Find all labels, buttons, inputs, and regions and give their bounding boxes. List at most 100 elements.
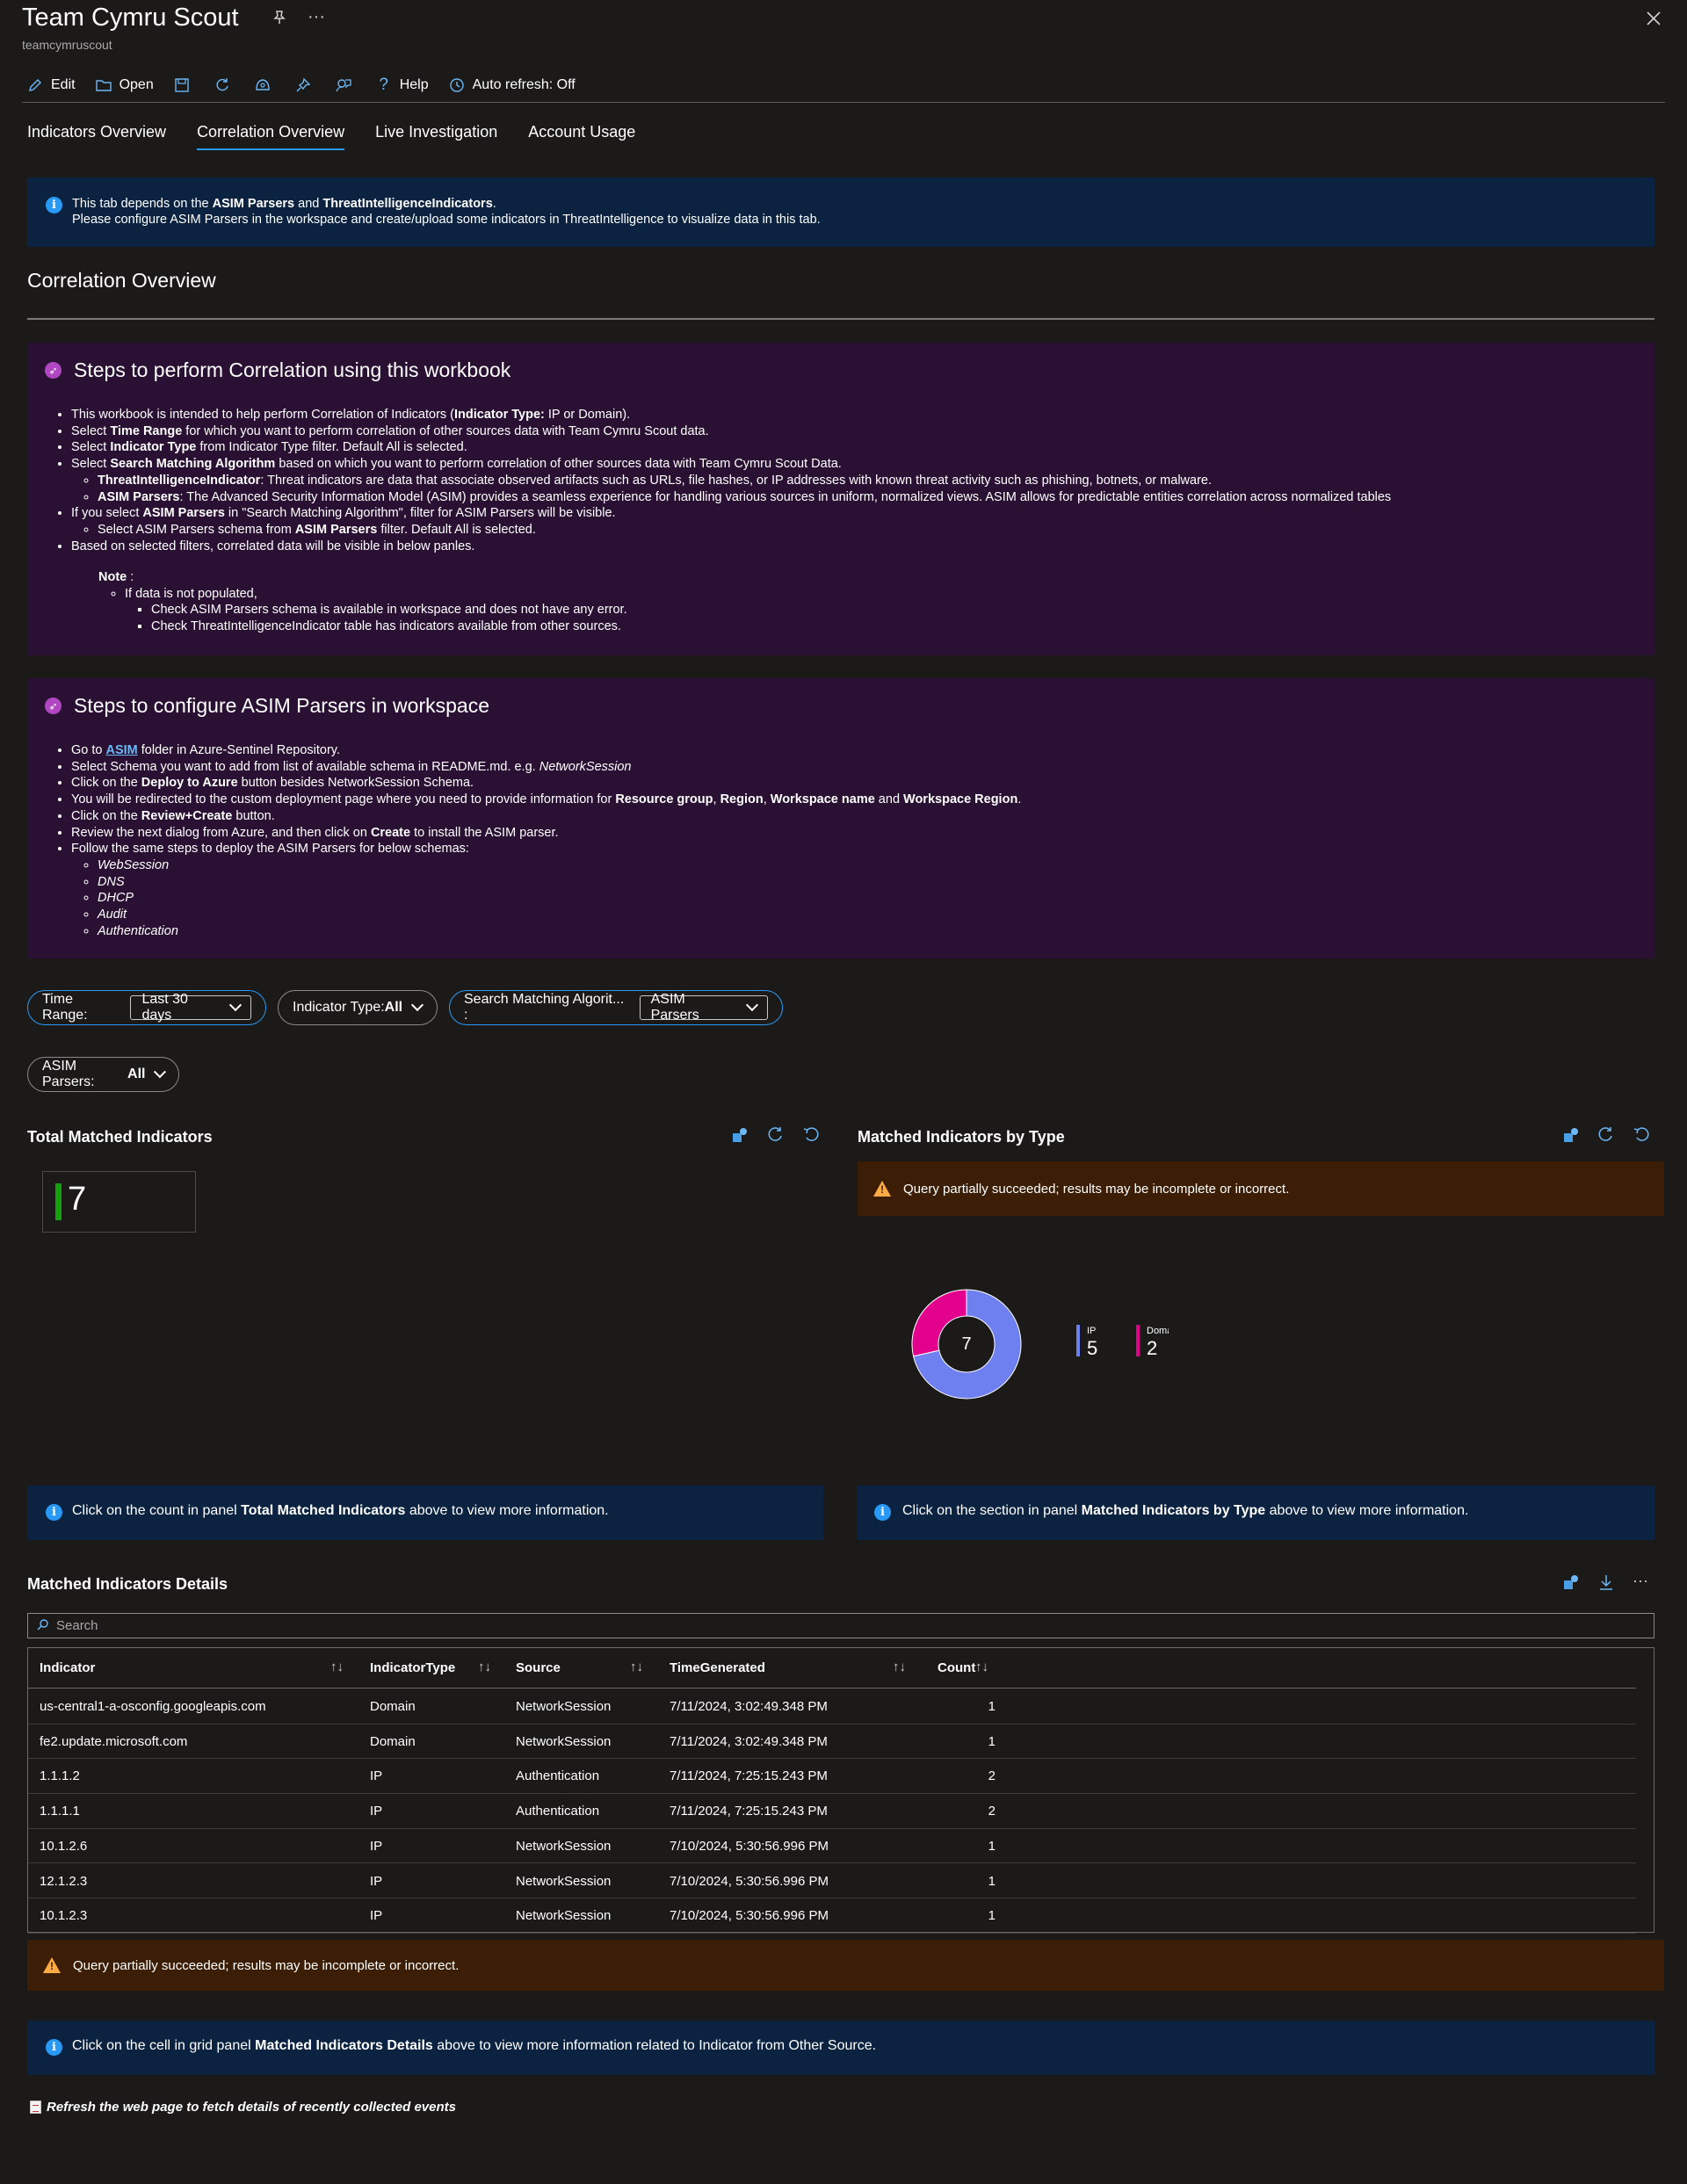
undo-icon[interactable] xyxy=(1633,1126,1650,1148)
cell-indicator[interactable]: 10.1.2.3 xyxy=(40,1908,87,1923)
cell-indicator-type[interactable]: Domain xyxy=(370,1734,416,1749)
cell-indicator[interactable]: fe2.update.microsoft.com xyxy=(40,1734,187,1749)
refresh-icon[interactable] xyxy=(767,1126,785,1148)
sort-icon[interactable]: ↑↓ xyxy=(478,1660,491,1674)
list-item: Go to ASIM folder in Azure-Sentinel Repo… xyxy=(71,742,1609,759)
refresh-icon[interactable] xyxy=(1597,1126,1615,1148)
cell-count[interactable]: 1 xyxy=(960,1874,996,1889)
help-button[interactable]: ? Help xyxy=(375,76,429,94)
table-row[interactable]: 1.1.1.1 IP Authentication 7/11/2024, 7:25:1… xyxy=(28,1794,1636,1829)
search-algorithm-dropdown[interactable]: ASIM Parsers xyxy=(639,992,768,1023)
cell-count[interactable]: 1 xyxy=(960,1734,996,1749)
sort-icon[interactable]: ↑↓ xyxy=(893,1660,906,1674)
cell-time-generated[interactable]: 7/10/2024, 5:30:56.996 PM xyxy=(670,1908,829,1923)
cell-count[interactable]: 1 xyxy=(960,1699,996,1714)
sort-icon[interactable]: ↑↓ xyxy=(975,1660,988,1674)
details-search[interactable]: Search xyxy=(27,1613,1654,1638)
feedback-button[interactable] xyxy=(335,76,352,94)
time-range-label: Time Range: xyxy=(42,992,88,1023)
cell-source[interactable]: Authentication xyxy=(516,1768,599,1783)
asim-link[interactable]: ASIM xyxy=(106,743,138,757)
save-button[interactable] xyxy=(173,76,191,94)
more-options-icon[interactable]: ··· xyxy=(308,7,325,27)
sort-icon[interactable]: ↑↓ xyxy=(630,1660,643,1674)
cell-source[interactable]: NetworkSession xyxy=(516,1839,611,1854)
open-button[interactable]: Open xyxy=(95,76,154,94)
log-analytics-icon[interactable] xyxy=(731,1126,749,1148)
search-input[interactable]: Search xyxy=(56,1618,98,1633)
pin-icon[interactable] xyxy=(271,9,288,32)
section-title: Correlation Overview xyxy=(27,269,216,292)
refresh-button[interactable] xyxy=(214,76,231,94)
table-row[interactable]: fe2.update.microsoft.com Domain NetworkSes… xyxy=(28,1725,1636,1760)
cell-time-generated[interactable]: 7/10/2024, 5:30:56.996 PM xyxy=(670,1839,829,1854)
by-type-donut-chart[interactable]: 7 IP5 Domain2 xyxy=(905,1283,1169,1406)
tab-live-investigation[interactable]: Live Investigation xyxy=(375,123,497,150)
help-label: Help xyxy=(399,77,429,92)
time-range-filter[interactable]: Time Range: Last 30 days xyxy=(27,990,266,1025)
cell-time-generated[interactable]: 7/11/2024, 3:02:49.348 PM xyxy=(670,1734,828,1749)
cell-source[interactable]: NetworkSession xyxy=(516,1908,611,1923)
note-label: Note xyxy=(98,570,127,584)
pin-button[interactable] xyxy=(294,76,312,94)
search-algorithm-filter[interactable]: Search Matching Algorit... : ASIM Parser… xyxy=(449,990,783,1025)
table-row[interactable]: 10.1.2.3 IP NetworkSession 7/10/2024, 5:30:… xyxy=(28,1898,1636,1934)
cell-indicator[interactable]: us-central1-a-osconfig.googleapis.com xyxy=(40,1699,266,1714)
time-range-dropdown[interactable]: Last 30 days xyxy=(130,992,251,1023)
indicator-type-filter[interactable]: Indicator Type: All xyxy=(278,990,438,1025)
open-label: Open xyxy=(119,77,154,92)
table-row[interactable]: 1.1.1.2 IP Authentication 7/11/2024, 7:25:1… xyxy=(28,1759,1636,1795)
warning-text: Query partially succeeded; results may b… xyxy=(903,1181,1290,1197)
cell-time-generated[interactable]: 7/11/2024, 7:25:15.243 PM xyxy=(670,1804,828,1819)
donut-slice-domain[interactable] xyxy=(911,1289,967,1357)
cell-source[interactable]: NetworkSession xyxy=(516,1874,611,1889)
search-algorithm-value: ASIM Parsers xyxy=(650,992,699,1023)
tab-account-usage[interactable]: Account Usage xyxy=(528,123,635,150)
cell-indicator-type[interactable]: IP xyxy=(370,1839,382,1854)
cell-count[interactable]: 2 xyxy=(960,1804,996,1819)
table-row[interactable]: us-central1-a-osconfig.googleapis.com Dom… xyxy=(28,1689,1636,1725)
cell-indicator-type[interactable]: IP xyxy=(370,1768,382,1783)
col-header-count[interactable]: Count xyxy=(938,1660,975,1675)
cell-indicator-type[interactable]: IP xyxy=(370,1908,382,1923)
table-row[interactable]: 10.1.2.6 IP NetworkSession 7/10/2024, 5:30:… xyxy=(28,1829,1636,1864)
cell-indicator[interactable]: 1.1.1.1 xyxy=(40,1804,80,1819)
cell-indicator[interactable]: 1.1.1.2 xyxy=(40,1768,80,1783)
col-header-time-generated[interactable]: TimeGenerated xyxy=(670,1660,765,1675)
log-analytics-icon[interactable] xyxy=(1562,1573,1580,1595)
log-analytics-icon[interactable] xyxy=(1562,1126,1580,1148)
table-row[interactable]: 12.1.2.3 IP NetworkSession 7/10/2024, 5:30:… xyxy=(28,1864,1636,1899)
cell-source[interactable]: NetworkSession xyxy=(516,1734,611,1749)
cell-time-generated[interactable]: 7/11/2024, 7:25:15.243 PM xyxy=(670,1768,828,1783)
total-matched-value[interactable]: 7 xyxy=(68,1181,86,1219)
cell-indicator-type[interactable]: IP xyxy=(370,1804,382,1819)
more-options-icon[interactable]: ··· xyxy=(1633,1572,1648,1590)
customize-button[interactable] xyxy=(254,76,272,94)
cell-source[interactable]: NetworkSession xyxy=(516,1699,611,1714)
col-header-indicator-type[interactable]: IndicatorType xyxy=(370,1660,455,1675)
cell-source[interactable]: Authentication xyxy=(516,1804,599,1819)
cell-count[interactable]: 2 xyxy=(960,1768,996,1783)
undo-icon[interactable] xyxy=(802,1126,820,1148)
close-icon[interactable] xyxy=(1645,5,1662,33)
tab-correlation-overview[interactable]: Correlation Overview xyxy=(197,123,345,150)
total-matched-title: Total Matched Indicators xyxy=(27,1128,213,1146)
total-matched-tile[interactable]: 7 xyxy=(42,1171,196,1233)
download-icon[interactable] xyxy=(1597,1573,1615,1595)
cell-count[interactable]: 1 xyxy=(960,1908,996,1923)
cell-indicator-type[interactable]: IP xyxy=(370,1874,382,1889)
cell-indicator-type[interactable]: Domain xyxy=(370,1699,416,1714)
col-header-source[interactable]: Source xyxy=(516,1660,561,1675)
edit-button[interactable]: Edit xyxy=(26,76,76,94)
cell-time-generated[interactable]: 7/11/2024, 3:02:49.348 PM xyxy=(670,1699,828,1714)
by-type-warning: ! Query partially succeeded; results may… xyxy=(858,1161,1664,1216)
col-header-indicator[interactable]: Indicator xyxy=(40,1660,95,1675)
cell-indicator[interactable]: 12.1.2.3 xyxy=(40,1874,87,1889)
tab-indicators-overview[interactable]: Indicators Overview xyxy=(27,123,166,150)
sort-icon[interactable]: ↑↓ xyxy=(330,1660,344,1674)
cell-time-generated[interactable]: 7/10/2024, 5:30:56.996 PM xyxy=(670,1874,829,1889)
cell-count[interactable]: 1 xyxy=(960,1839,996,1854)
auto-refresh-button[interactable]: Auto refresh: Off xyxy=(448,76,576,94)
cell-indicator[interactable]: 10.1.2.6 xyxy=(40,1839,87,1854)
asim-parsers-filter[interactable]: ASIM Parsers: All xyxy=(27,1057,179,1092)
